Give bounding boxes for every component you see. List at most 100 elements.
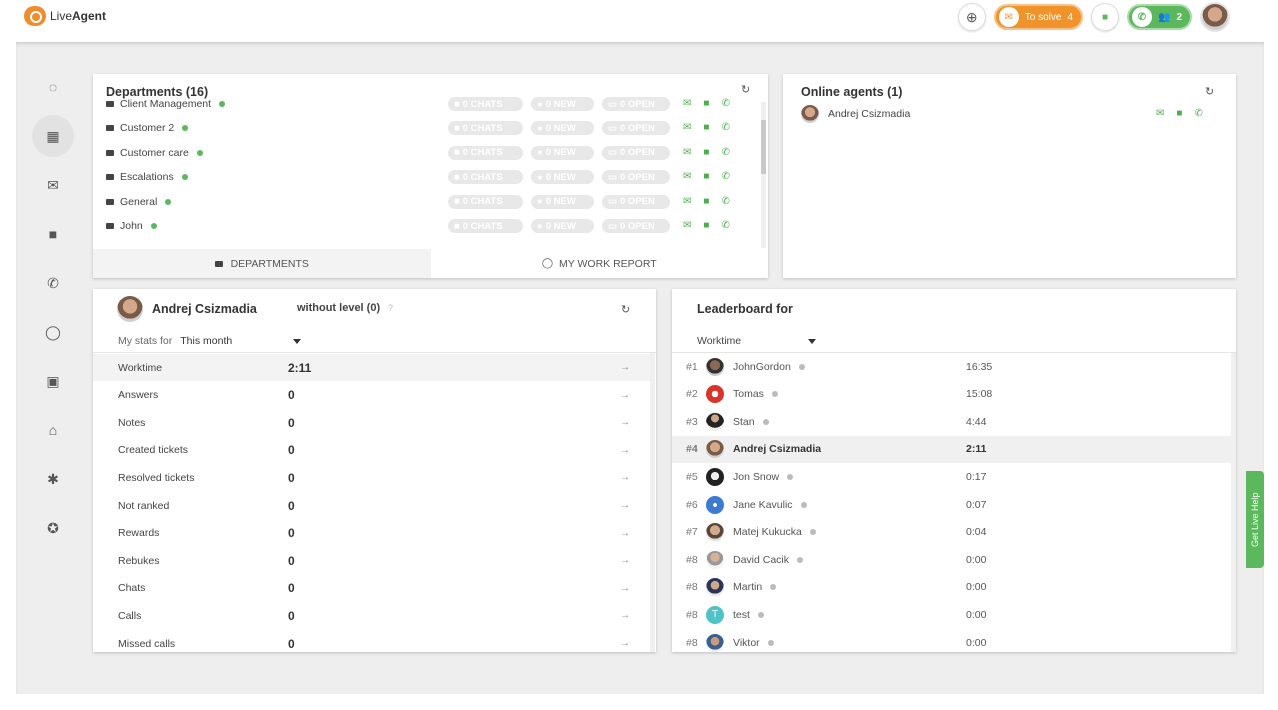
sidebar-item-reports[interactable]: ◯: [32, 311, 74, 353]
stats-row[interactable]: Missed calls 0 →: [93, 630, 655, 652]
stats-row[interactable]: Resolved tickets 0 →: [93, 464, 655, 491]
mail-icon[interactable]: ✉: [683, 171, 691, 182]
chats-count-label: 0 CHATS: [462, 147, 503, 159]
chat-icon[interactable]: ■: [703, 98, 709, 109]
stats-row[interactable]: Not ranked 0 →: [93, 492, 655, 519]
leaderboard-row[interactable]: #8 Viktor 0:00: [672, 629, 1234, 652]
leaderboard-row[interactable]: #6 Jane Kavulic 0:07: [672, 491, 1234, 518]
department-row[interactable]: Client Management ■ 0 CHATS ● 0 NEW ▭ 0 OPEN ✉ ■…: [106, 92, 756, 116]
chats-count-badge: ■ 0 CHATS: [448, 219, 523, 233]
chat-icon[interactable]: ■: [703, 122, 709, 133]
new-count-label: 0 NEW: [545, 98, 576, 110]
department-counters: ■ 0 CHATS ● 0 NEW ▭ 0 OPEN: [448, 97, 670, 111]
leaderboard-metric-select[interactable]: Worktime: [697, 335, 822, 347]
period-select[interactable]: My stats for This month: [118, 335, 303, 347]
refresh-icon[interactable]: ↻: [1205, 85, 1214, 98]
leaderboard-row[interactable]: #1 JohnGordon 16:35: [672, 353, 1234, 380]
tab-departments[interactable]: DEPARTMENTS: [93, 249, 431, 278]
status-dot: [181, 174, 188, 181]
chevron-down-icon: [293, 338, 301, 344]
level-help-icon[interactable]: ?: [388, 303, 393, 313]
leaderboard-row[interactable]: #3 Stan 4:44: [672, 408, 1234, 435]
stats-row[interactable]: Worktime 2:11 →: [93, 354, 655, 381]
user-avatar[interactable]: [1200, 2, 1230, 32]
leaderboard-row[interactable]: #8 David Cacik 0:00: [672, 546, 1234, 573]
add-button[interactable]: ⊕: [957, 3, 986, 31]
department-row[interactable]: Customer 2 ■ 0 CHATS ● 0 NEW ▭ 0 OPEN ✉ ■ ✆: [106, 116, 756, 140]
departments-scroll-thumb[interactable]: [761, 120, 766, 174]
department-row[interactable]: John ■ 0 CHATS ● 0 NEW ▭ 0 OPEN ✉ ■ ✆: [106, 214, 756, 238]
status-dot: [797, 556, 804, 563]
sidebar-item-dashboard[interactable]: ▦: [32, 115, 74, 157]
calls-agents-button[interactable]: ✆ 👥 2: [1126, 4, 1192, 30]
mail-icon[interactable]: ✉: [683, 196, 691, 207]
chat-icon[interactable]: ■: [703, 171, 709, 182]
chat-icon[interactable]: ■: [703, 147, 709, 158]
open-count-badge: ▭ 0 OPEN: [602, 194, 670, 209]
stats-row[interactable]: Chats 0 →: [93, 575, 655, 602]
phone-icon[interactable]: ✆: [721, 147, 729, 158]
worktime-value: 0:00: [966, 636, 987, 649]
mail-icon[interactable]: ✉: [683, 220, 691, 231]
new-count-badge: ● 0 NEW: [531, 219, 594, 233]
department-row[interactable]: Escalations ■ 0 CHATS ● 0 NEW ▭ 0 OPEN ✉ ■ ✆: [106, 165, 756, 189]
department-row[interactable]: Customer care ■ 0 CHATS ● 0 NEW ▭ 0 OPEN ✉ ■ ✆: [106, 141, 756, 165]
star-circle-icon: ✪: [47, 519, 59, 536]
phone-icon[interactable]: ✆: [721, 196, 729, 207]
sidebar-item-settings[interactable]: ✱: [32, 458, 74, 500]
mail-icon[interactable]: ✉: [683, 98, 691, 109]
folder-icon: [106, 198, 114, 205]
leaderboard-row[interactable]: #8 Ttest 0:00: [672, 601, 1234, 628]
chats-count-label: 0 CHATS: [462, 122, 503, 134]
leaderboard-row[interactable]: #2 Tomas 15:08: [672, 381, 1234, 408]
refresh-icon[interactable]: ↻: [621, 303, 630, 316]
sidebar-item-tickets[interactable]: ✉: [32, 164, 74, 206]
stats-row[interactable]: Notes 0 →: [93, 409, 655, 436]
worktime-value: 0:04: [966, 526, 987, 539]
department-channels: ✉ ■ ✆: [683, 98, 730, 109]
stats-row[interactable]: Created tickets 0 →: [93, 437, 655, 464]
to-solve-button[interactable]: ✉ To solve 4: [993, 4, 1083, 30]
sidebar-item-calls[interactable]: ✆: [32, 262, 74, 304]
online-agent-row[interactable]: Andrej Csizmadia ✉ ■ ✆: [801, 105, 1221, 123]
stats-row[interactable]: Rewards 0 →: [93, 520, 655, 547]
stat-label: Created tickets: [118, 444, 189, 457]
avatar: [706, 385, 724, 404]
phone-icon[interactable]: ✆: [721, 98, 729, 109]
chat-icon[interactable]: ■: [703, 220, 709, 231]
department-row[interactable]: General ■ 0 CHATS ● 0 NEW ▭ 0 OPEN ✉ ■ ✆: [106, 190, 756, 214]
stats-row[interactable]: Rebukes 0 →: [93, 547, 655, 574]
leaderboard-row[interactable]: #5 Jon Snow 0:17: [672, 463, 1234, 490]
leaderboard-row[interactable]: #4 Andrej Csizmadia 2:11: [672, 435, 1234, 463]
avatar: [706, 412, 724, 431]
mail-icon: ✉: [998, 7, 1019, 27]
sidebar-item-plugins[interactable]: ✪: [32, 507, 74, 549]
stats-scrollbar[interactable]: [650, 353, 655, 652]
leaderboard-row[interactable]: #7 Matej Kukucka 0:04: [672, 519, 1234, 546]
phone-icon[interactable]: ✆: [721, 171, 729, 182]
phone-icon[interactable]: ✆: [1194, 108, 1202, 119]
sidebar-item-contacts[interactable]: ▣: [32, 360, 74, 402]
mail-icon[interactable]: ✉: [1156, 108, 1164, 119]
liveagent-logo[interactable]: LiveAgent: [24, 6, 106, 26]
worktime-value: 0:00: [966, 581, 987, 594]
sidebar-item-tasks[interactable]: ◌: [32, 66, 74, 108]
liveagent-logo-icon: [24, 6, 46, 26]
mail-icon[interactable]: ✉: [683, 122, 691, 133]
phone-icon[interactable]: ✆: [721, 122, 729, 133]
mail-icon[interactable]: ✉: [683, 147, 691, 158]
stats-row[interactable]: Answers 0 →: [93, 382, 655, 409]
sidebar-item-knowledgebase[interactable]: ⌂: [32, 409, 74, 451]
tab-my-work-report[interactable]: ◯ MY WORK REPORT: [431, 249, 769, 278]
stats-row[interactable]: Calls 0 →: [93, 602, 655, 629]
phone-icon[interactable]: ✆: [721, 220, 729, 231]
leaderboard-row[interactable]: #8 Martin 0:00: [672, 574, 1234, 601]
leaderboard-scrollbar[interactable]: [1231, 353, 1236, 652]
get-live-help-button[interactable]: Get Live Help: [1246, 471, 1264, 568]
chat-icon[interactable]: ■: [703, 196, 709, 207]
chat-button[interactable]: ■: [1090, 3, 1119, 31]
chat-icon[interactable]: ■: [1176, 108, 1182, 119]
worktime-value: 16:35: [966, 360, 993, 373]
sidebar-item-chats[interactable]: ■: [32, 213, 74, 255]
leaderboard-title: Leaderboard for: [697, 302, 793, 316]
